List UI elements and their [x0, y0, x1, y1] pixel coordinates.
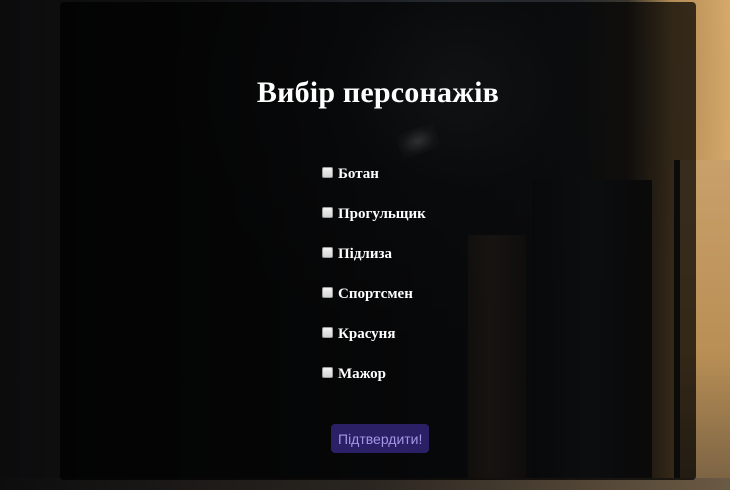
character-option-prohulshchyk[interactable]: Прогульщик	[322, 204, 522, 224]
checkbox-botan[interactable]	[322, 166, 333, 178]
character-selection-panel: Вибір персонажів Ботан Прогульщик Підлиз…	[60, 2, 696, 480]
character-option-label: Мажор	[338, 366, 387, 382]
character-option-krasunia[interactable]: Красуня	[322, 324, 522, 344]
character-option-label: Спортсмен	[338, 286, 413, 302]
page-title: Вибір персонажів	[256, 76, 500, 109]
checkbox-mazhor[interactable]	[322, 366, 333, 378]
character-option-label: Ботан	[338, 166, 379, 182]
checkbox-prohulshchyk[interactable]	[322, 206, 333, 218]
checkbox-sportsmen[interactable]	[322, 286, 333, 298]
checkbox-krasunia[interactable]	[322, 326, 333, 338]
confirm-button[interactable]: Підтвердити!	[331, 424, 430, 453]
character-option-botan[interactable]: Ботан	[322, 164, 522, 184]
character-option-label: Підлиза	[338, 246, 393, 262]
character-option-label: Прогульщик	[338, 206, 426, 222]
character-option-mazhor[interactable]: Мажор	[322, 364, 522, 384]
character-option-pidlyza[interactable]: Підлиза	[322, 244, 522, 264]
page-root: Вибір персонажів Ботан Прогульщик Підлиз…	[0, 0, 730, 490]
character-options-list: Ботан Прогульщик Підлиза Спортсмен Красу…	[322, 164, 522, 404]
character-option-label: Красуня	[338, 326, 396, 342]
checkbox-pidlyza[interactable]	[322, 246, 333, 258]
character-option-sportsmen[interactable]: Спортсмен	[322, 284, 522, 304]
